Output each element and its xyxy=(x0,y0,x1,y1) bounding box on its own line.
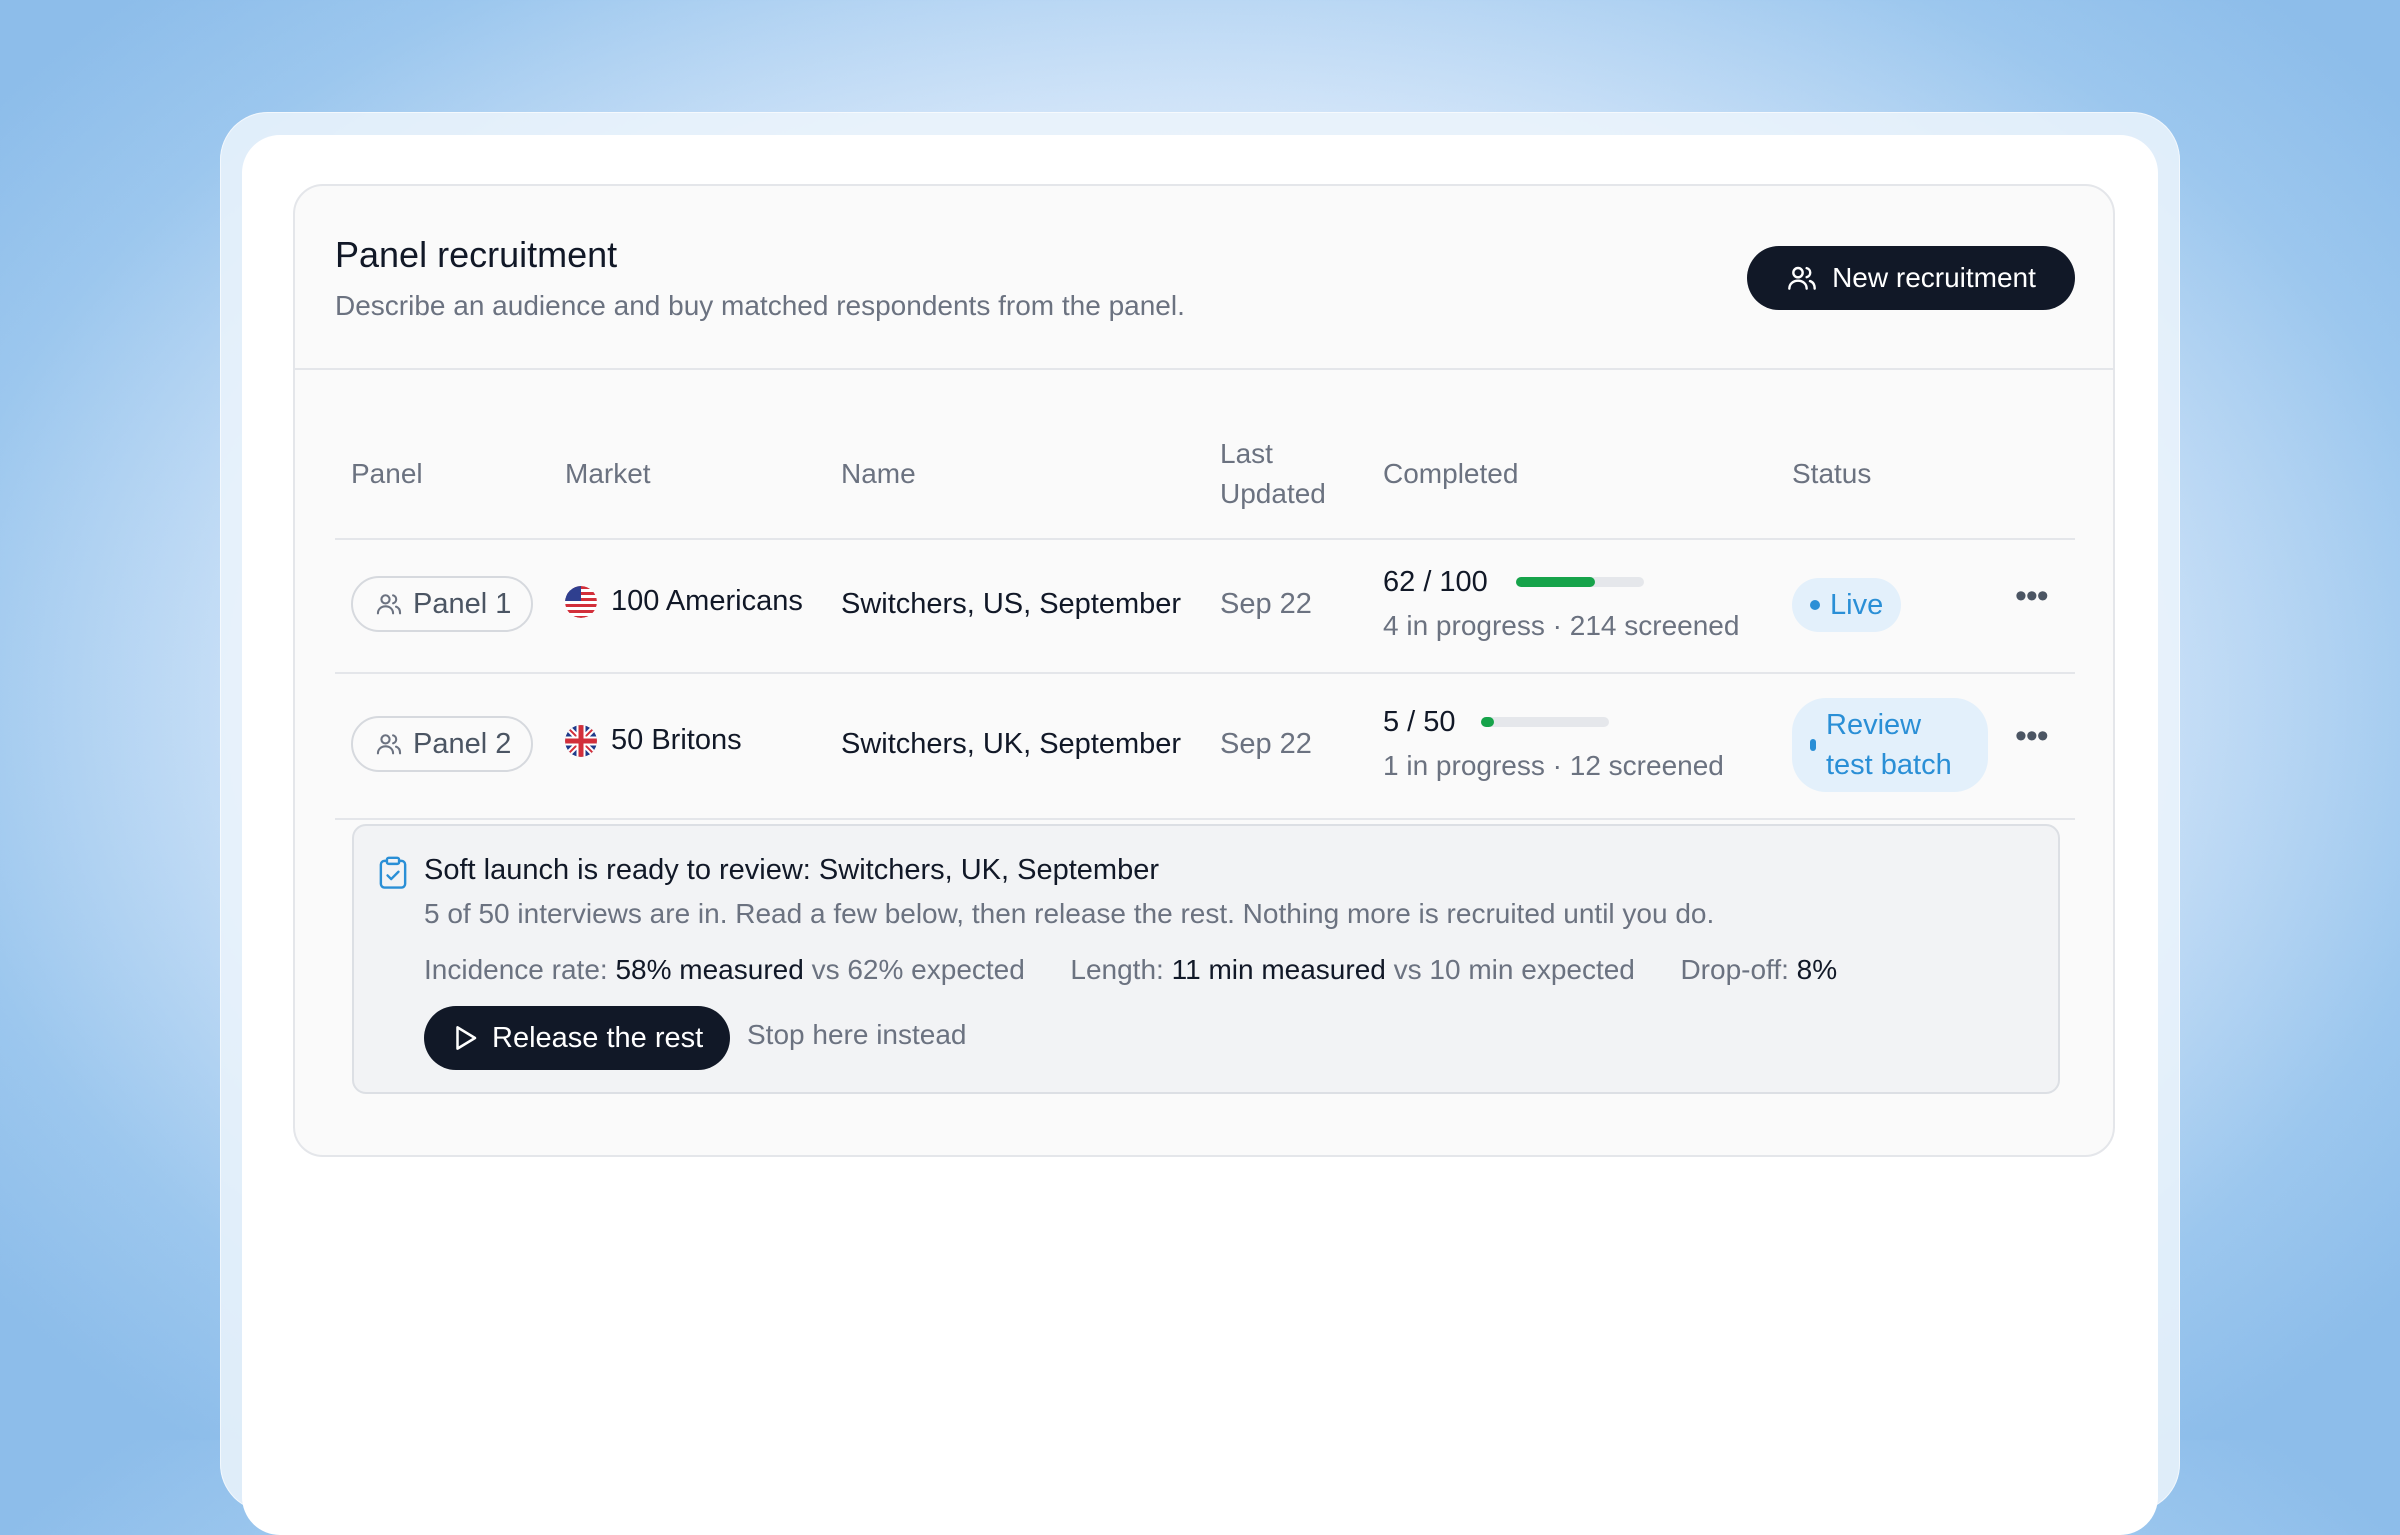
column-header-status: Status xyxy=(1792,458,1872,489)
progress-bar xyxy=(1481,717,1609,727)
users-icon xyxy=(376,734,402,755)
market-cell: 50 Britons xyxy=(565,724,742,757)
column-header-last-updated-line-1: Last xyxy=(1220,438,1273,469)
table-header-divider xyxy=(335,538,2075,540)
column-header-name: Name xyxy=(841,458,916,489)
new-recruitment-label: New recruitment xyxy=(1832,262,2036,293)
dropoff-label: Drop-off: xyxy=(1680,954,1789,985)
market-cell: 100 Americans xyxy=(565,585,803,618)
soft-launch-metrics: Incidence rate: 58% measured vs 62% expe… xyxy=(424,954,1837,986)
market-label: 100 Americans xyxy=(611,585,803,617)
row-more-button[interactable]: ••• xyxy=(2015,579,2049,613)
row-more-button[interactable]: ••• xyxy=(2015,719,2049,753)
progress-bar-fill xyxy=(1481,717,1494,727)
progress-bar xyxy=(1516,577,1644,587)
status-dot xyxy=(1810,739,1816,751)
status-badge[interactable]: Review test batch xyxy=(1792,698,1988,792)
progress-bar-fill xyxy=(1516,577,1596,587)
length-expected: vs 10 min expected xyxy=(1393,954,1635,985)
name-cell: Switchers, US, September xyxy=(841,588,1182,620)
status-dot xyxy=(1810,600,1820,610)
last-updated-cell: Sep 22 xyxy=(1220,728,1312,760)
users-icon xyxy=(1788,266,1816,290)
market-label: 50 Britons xyxy=(611,724,742,756)
completed-count: 5 / 50 xyxy=(1383,706,1456,738)
incidence-expected: vs 62% expected xyxy=(811,954,1025,985)
users-icon xyxy=(376,594,402,615)
soft-launch-callout: Soft launch is ready to review: Switcher… xyxy=(352,824,2060,1094)
new-recruitment-button[interactable]: New recruitment xyxy=(1747,246,2075,310)
release-rest-button[interactable]: Release the rest xyxy=(424,1006,730,1070)
panel-chip-label: Panel 1 xyxy=(413,587,512,620)
progress-detail: 1 in progress · 12 screened xyxy=(1383,750,1724,781)
page-title: Panel recruitment xyxy=(335,234,618,275)
status-label: Live xyxy=(1830,588,1884,621)
uk-flag-icon xyxy=(565,724,597,757)
status-label: Review test batch xyxy=(1826,705,1952,785)
stop-here-link[interactable]: Stop here instead xyxy=(747,1019,967,1051)
dropoff-value: 8% xyxy=(1796,954,1838,985)
length-measured: 11 min measured xyxy=(1171,954,1386,985)
status-badge: Live xyxy=(1792,578,1902,632)
length-label: Length: xyxy=(1070,954,1164,985)
release-rest-label: Release the rest xyxy=(492,1021,704,1054)
page-subtitle: Describe an audience and buy matched res… xyxy=(335,290,1185,321)
completed-count: 62 / 100 xyxy=(1383,566,1488,598)
us-flag-icon xyxy=(565,585,597,618)
column-header-completed: Completed xyxy=(1383,458,1519,489)
incidence-label: Incidence rate: xyxy=(424,954,608,985)
row-divider xyxy=(335,672,2075,674)
clipboard-check-icon xyxy=(379,856,407,889)
status-label-line-1: Review xyxy=(1826,709,1922,741)
header-divider xyxy=(295,368,2113,370)
row-divider xyxy=(335,818,2075,820)
play-icon xyxy=(456,1026,477,1050)
last-updated-cell: Sep 22 xyxy=(1220,588,1312,620)
soft-launch-description: 5 of 50 interviews are in. Read a few be… xyxy=(424,898,1715,929)
panel-chip-label: Panel 2 xyxy=(413,727,512,760)
status-label-line-2: test batch xyxy=(1826,749,1952,781)
column-header-last-updated-line-2: Updated xyxy=(1220,478,1326,509)
column-header-market: Market xyxy=(565,458,651,489)
progress-detail: 4 in progress · 214 screened xyxy=(1383,610,1740,641)
incidence-measured: 58% measured xyxy=(615,954,804,985)
panel-chip-2[interactable]: Panel 2 xyxy=(351,716,534,772)
panel-chip-1[interactable]: Panel 1 xyxy=(351,576,534,632)
soft-launch-title: Soft launch is ready to review: Switcher… xyxy=(424,854,1159,886)
column-header-last-updated: Last Updated xyxy=(1220,434,1326,514)
name-cell: Switchers, UK, September xyxy=(841,728,1182,760)
column-header-panel: Panel xyxy=(351,458,423,489)
panel-recruitment-card: Panel recruitment Describe an audience a… xyxy=(293,184,2115,1157)
